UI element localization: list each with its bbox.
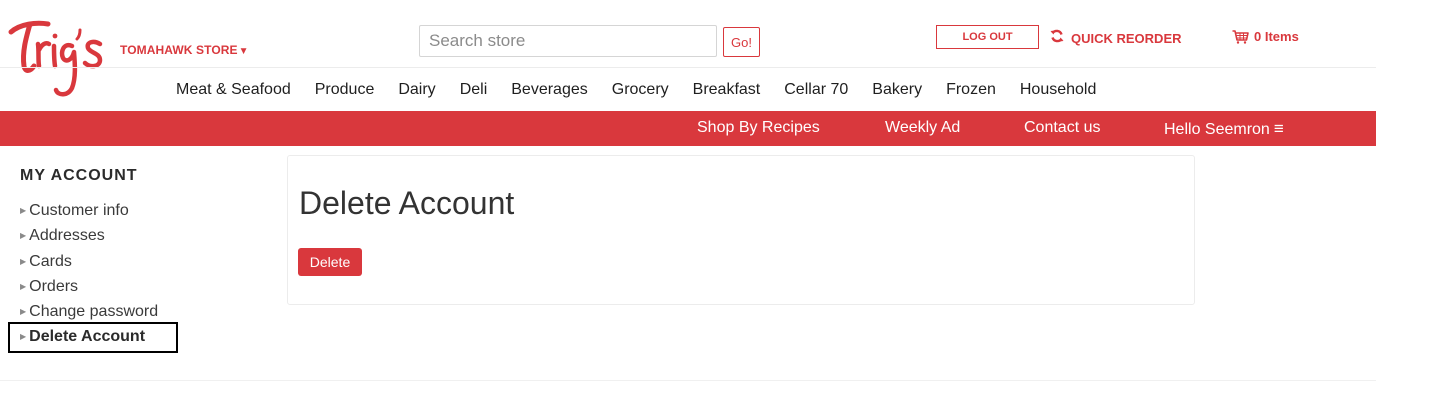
category-beverages[interactable]: Beverages — [511, 81, 588, 99]
sidebar-item-change-password[interactable]: ▶ Change password — [20, 303, 158, 321]
cart-link[interactable]: 0 Items — [1232, 29, 1299, 44]
sidebar-item-label: Cards — [29, 253, 72, 270]
weekly-ad-link[interactable]: Weekly Ad — [885, 119, 960, 137]
sidebar-item-cards[interactable]: ▶ Cards — [20, 253, 72, 271]
category-grocery[interactable]: Grocery — [612, 81, 669, 99]
caret-down-icon: ▼ — [238, 46, 249, 57]
trigs-logo[interactable] — [8, 10, 108, 100]
user-menu[interactable]: Hello Seemron ≡ — [1164, 119, 1284, 139]
quick-reorder-label: QUICK REORDER — [1071, 31, 1182, 46]
sidebar-item-label: Delete Account — [29, 328, 146, 345]
category-bakery[interactable]: Bakery — [872, 81, 922, 99]
footer-divider — [0, 380, 1376, 381]
category-produce[interactable]: Produce — [315, 81, 375, 99]
header-divider — [0, 67, 1376, 68]
site-header: TOMAHAWK STORE▼ Go! LOG OUT QUICK REORDE… — [0, 0, 1376, 111]
sidebar-item-customer-info[interactable]: ▶ Customer info — [20, 202, 129, 220]
search-input[interactable] — [419, 25, 717, 57]
sidebar-item-label: Addresses — [29, 227, 105, 244]
search-go-button[interactable]: Go! — [723, 27, 760, 57]
category-dairy[interactable]: Dairy — [398, 81, 435, 99]
sidebar-item-label: Change password — [29, 303, 159, 320]
logo-icon — [8, 20, 103, 97]
sidebar-item-addresses[interactable]: ▶ Addresses — [20, 227, 105, 245]
category-deli[interactable]: Deli — [460, 81, 488, 99]
secondary-nav-bar: Shop By Recipes Weekly Ad Contact us Hel… — [0, 111, 1376, 146]
caret-right-icon: ▶ — [20, 332, 27, 341]
category-breakfast[interactable]: Breakfast — [693, 81, 761, 99]
cart-count: 0 Items — [1254, 29, 1299, 44]
hamburger-menu-icon: ≡ — [1273, 119, 1284, 138]
quick-reorder-link[interactable]: QUICK REORDER — [1050, 29, 1182, 46]
category-meat-seafood[interactable]: Meat & Seafood — [176, 81, 291, 99]
delete-account-panel: Delete Account Delete — [287, 155, 1195, 305]
cart-icon — [1232, 30, 1249, 44]
store-selector[interactable]: TOMAHAWK STORE▼ — [120, 43, 249, 57]
category-nav: Meat & Seafood Produce Dairy Deli Bevera… — [176, 81, 1096, 99]
sidebar-item-label: Orders — [29, 278, 79, 295]
contact-us-link[interactable]: Contact us — [1024, 119, 1100, 137]
shop-by-recipes-link[interactable]: Shop By Recipes — [697, 119, 820, 137]
caret-right-icon: ▶ — [20, 282, 27, 291]
caret-right-icon: ▶ — [20, 257, 27, 266]
sidebar-title: MY ACCOUNT — [20, 167, 138, 184]
category-cellar-70[interactable]: Cellar 70 — [784, 81, 848, 99]
caret-right-icon: ▶ — [20, 307, 27, 316]
delete-button[interactable]: Delete — [298, 248, 362, 276]
category-household[interactable]: Household — [1020, 81, 1097, 99]
caret-right-icon: ▶ — [20, 231, 27, 240]
page-title: Delete Account — [299, 185, 515, 221]
sidebar-item-label: Customer info — [29, 202, 129, 219]
logout-button[interactable]: LOG OUT — [936, 25, 1039, 49]
category-frozen[interactable]: Frozen — [946, 81, 996, 99]
user-greeting: Hello Seemron — [1164, 121, 1270, 138]
store-name: TOMAHAWK STORE — [120, 43, 238, 57]
sidebar-item-delete-account[interactable]: ▶ Delete Account — [20, 328, 145, 346]
sidebar-item-orders[interactable]: ▶ Orders — [20, 278, 78, 296]
caret-right-icon: ▶ — [20, 206, 27, 215]
refresh-icon — [1050, 29, 1066, 46]
